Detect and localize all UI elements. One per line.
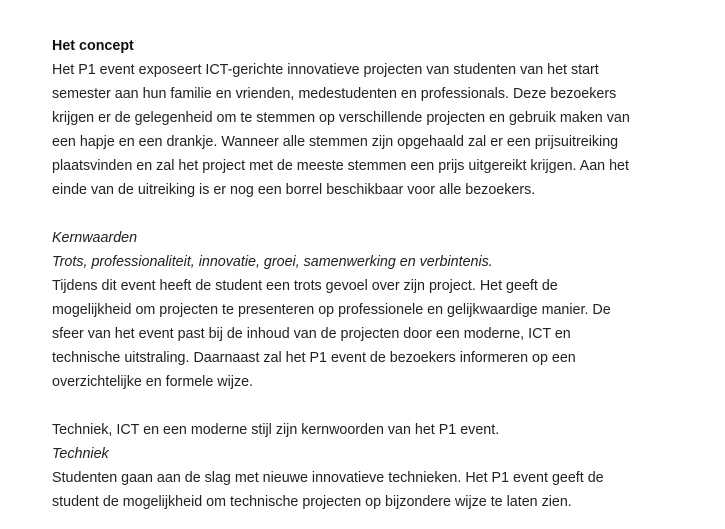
kernwaarden-line: overzichtelijke en formele wijze. xyxy=(52,374,254,390)
concept-heading: Het concept xyxy=(52,38,134,54)
kernwaarden-subheading: Trots, professionaliteit, innovatie, gro… xyxy=(52,254,493,270)
concept-line: plaatsvinden en zal het project met de m… xyxy=(52,158,629,174)
document-body: Het concept Het P1 event exposeert ICT-g… xyxy=(52,34,712,514)
techniek-heading: Techniek xyxy=(52,446,109,462)
techniek-intro: Techniek, ICT en een moderne stijl zijn … xyxy=(52,422,500,438)
kernwaarden-line: Tijdens dit event heeft de student een t… xyxy=(52,278,558,294)
concept-line: Het P1 event exposeert ICT-gerichte inno… xyxy=(52,62,599,78)
kernwaarden-heading: Kernwaarden xyxy=(52,230,138,246)
kernwaarden-line: mogelijkheid om projecten te presenteren… xyxy=(52,302,611,318)
kernwaarden-line: sfeer van het event past bij de inhoud v… xyxy=(52,326,571,342)
concept-line: einde van de uitreiking is er nog een bo… xyxy=(52,182,536,198)
concept-line: semester aan hun familie en vrienden, me… xyxy=(52,86,617,102)
concept-line: een hapje en een drankje. Wanneer alle s… xyxy=(52,134,619,150)
techniek-line: Studenten gaan aan de slag met nieuwe in… xyxy=(52,470,604,486)
techniek-line: student de mogelijkheid om technische pr… xyxy=(52,494,572,510)
kernwaarden-line: technische uitstraling. Daarnaast zal he… xyxy=(52,350,576,366)
concept-line: krijgen er de gelegenheid om te stemmen … xyxy=(52,110,630,126)
